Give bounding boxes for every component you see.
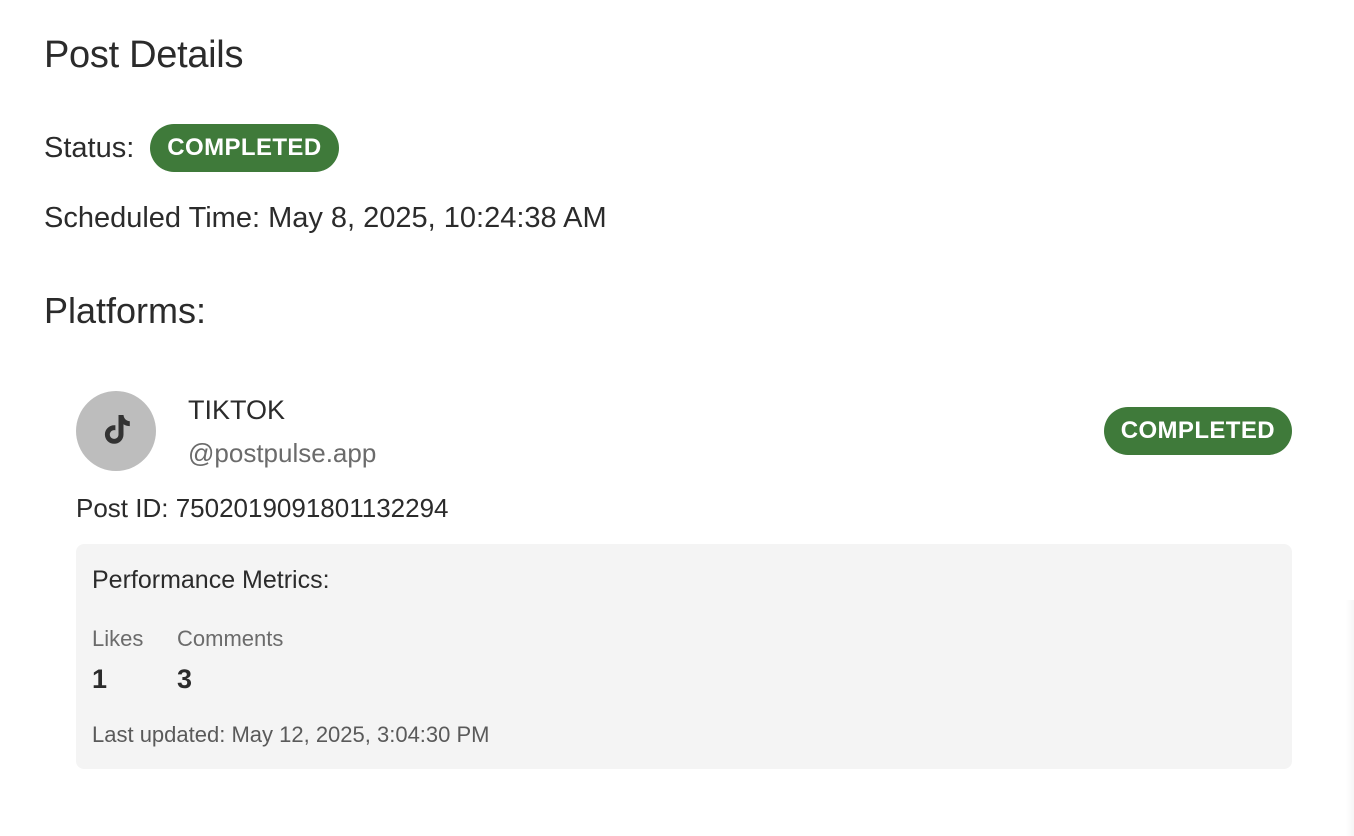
performance-metrics-panel: Performance Metrics: Likes 1 Comments 3 …: [76, 544, 1292, 769]
page-title: Post Details: [44, 34, 244, 76]
metric-comments: Comments 3: [177, 626, 283, 695]
comments-value: 3: [177, 664, 193, 694]
metric-likes: Likes 1: [92, 626, 143, 695]
metrics-title: Performance Metrics:: [92, 566, 330, 594]
platform-name: TIKTOK: [188, 395, 286, 425]
status-label: Status:: [44, 131, 135, 164]
platform-avatar: [76, 391, 156, 471]
likes-value: 1: [92, 664, 108, 694]
platforms-heading: Platforms:: [44, 290, 207, 331]
panel-edge-shadow: [1346, 600, 1354, 836]
status-row: Status: COMPLETED: [44, 124, 339, 172]
platform-handle: @postpulse.app: [188, 438, 377, 468]
scheduled-time: Scheduled Time: May 8, 2025, 10:24:38 AM: [44, 202, 607, 234]
status-badge: COMPLETED: [150, 124, 339, 172]
comments-label: Comments: [177, 626, 284, 651]
post-id: Post ID: 7502019091801132294: [76, 493, 449, 523]
platform-status-badge: COMPLETED: [1103, 407, 1292, 455]
post-details-page: Post Details Status: COMPLETED Scheduled…: [0, 0, 1354, 836]
likes-label: Likes: [92, 626, 144, 651]
last-updated: Last updated: May 12, 2025, 3:04:30 PM: [92, 722, 490, 747]
tiktok-icon: [96, 409, 136, 454]
